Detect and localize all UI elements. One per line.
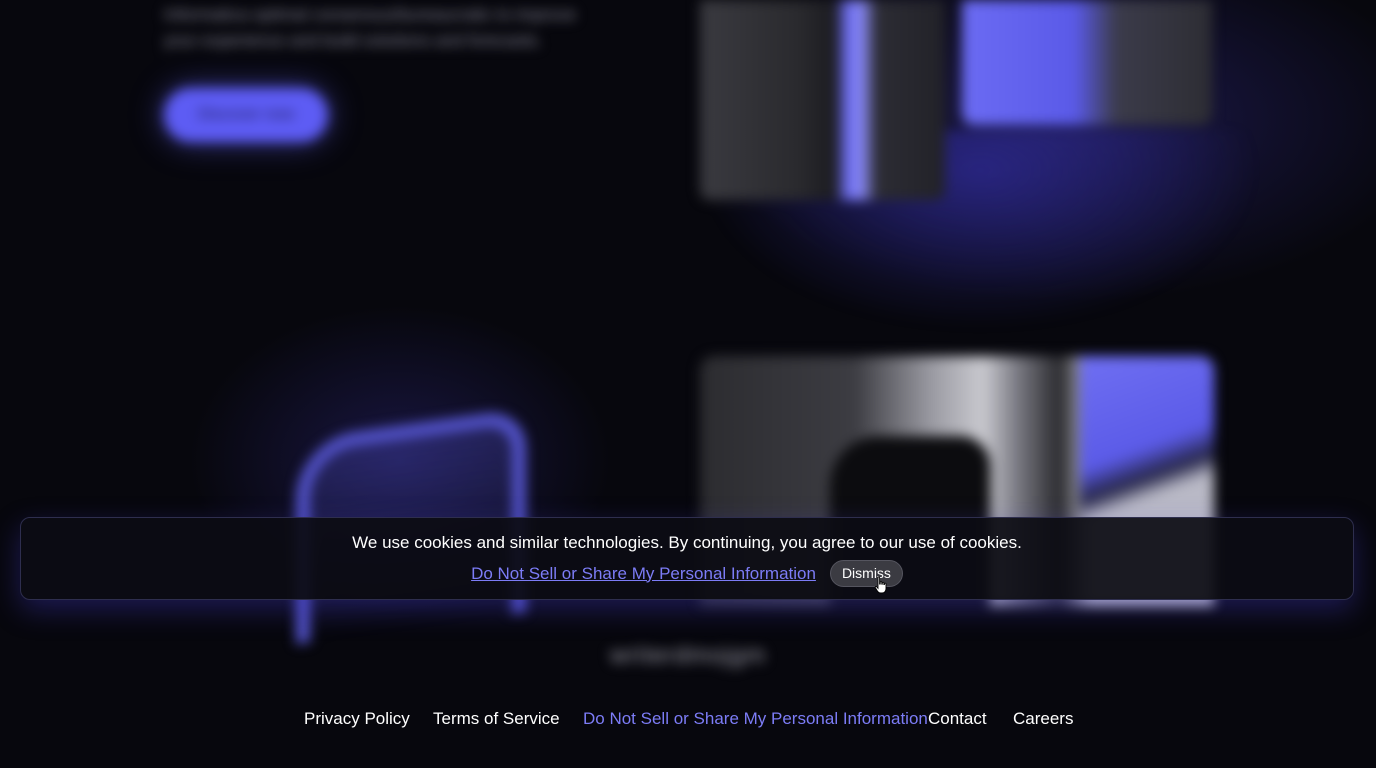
blurred-background: Informatica optimal consensus/bureaucrat… — [0, 0, 1376, 768]
footer-link-careers[interactable]: Careers — [1013, 709, 1073, 729]
intro-text: Informatica optimal consensus/bureaucrat… — [164, 5, 576, 50]
image-blue-panel — [1080, 356, 1214, 516]
footer-link-privacy-policy[interactable]: Privacy Policy — [304, 709, 410, 729]
page: Informatica optimal consensus/bureaucrat… — [0, 0, 1376, 768]
footer-logo[interactable]: writerdmojgm — [0, 642, 1376, 670]
cookie-banner: We use cookies and similar technologies.… — [20, 517, 1354, 600]
hand-pointer-icon — [874, 576, 887, 594]
cookie-actions: Do Not Sell or Share My Personal Informa… — [21, 560, 1353, 587]
footer-link-do-not-sell[interactable]: Do Not Sell or Share My Personal Informa… — [583, 709, 928, 729]
cookie-message: We use cookies and similar technologies.… — [352, 533, 1022, 552]
do-not-sell-link[interactable]: Do Not Sell or Share My Personal Informa… — [471, 564, 816, 584]
footer-link-contact[interactable]: Contact — [928, 709, 987, 729]
hero-image-top — [700, 0, 1212, 200]
dismiss-button[interactable]: Dismiss — [829, 560, 903, 587]
image-panel-right — [962, 0, 1212, 125]
discover-button[interactable]: Discover now — [164, 88, 328, 142]
image-panel-left — [700, 0, 945, 200]
footer-link-terms-of-service[interactable]: Terms of Service — [433, 709, 560, 729]
footer-nav: Privacy Policy Terms of Service Do Not S… — [0, 709, 1376, 733]
